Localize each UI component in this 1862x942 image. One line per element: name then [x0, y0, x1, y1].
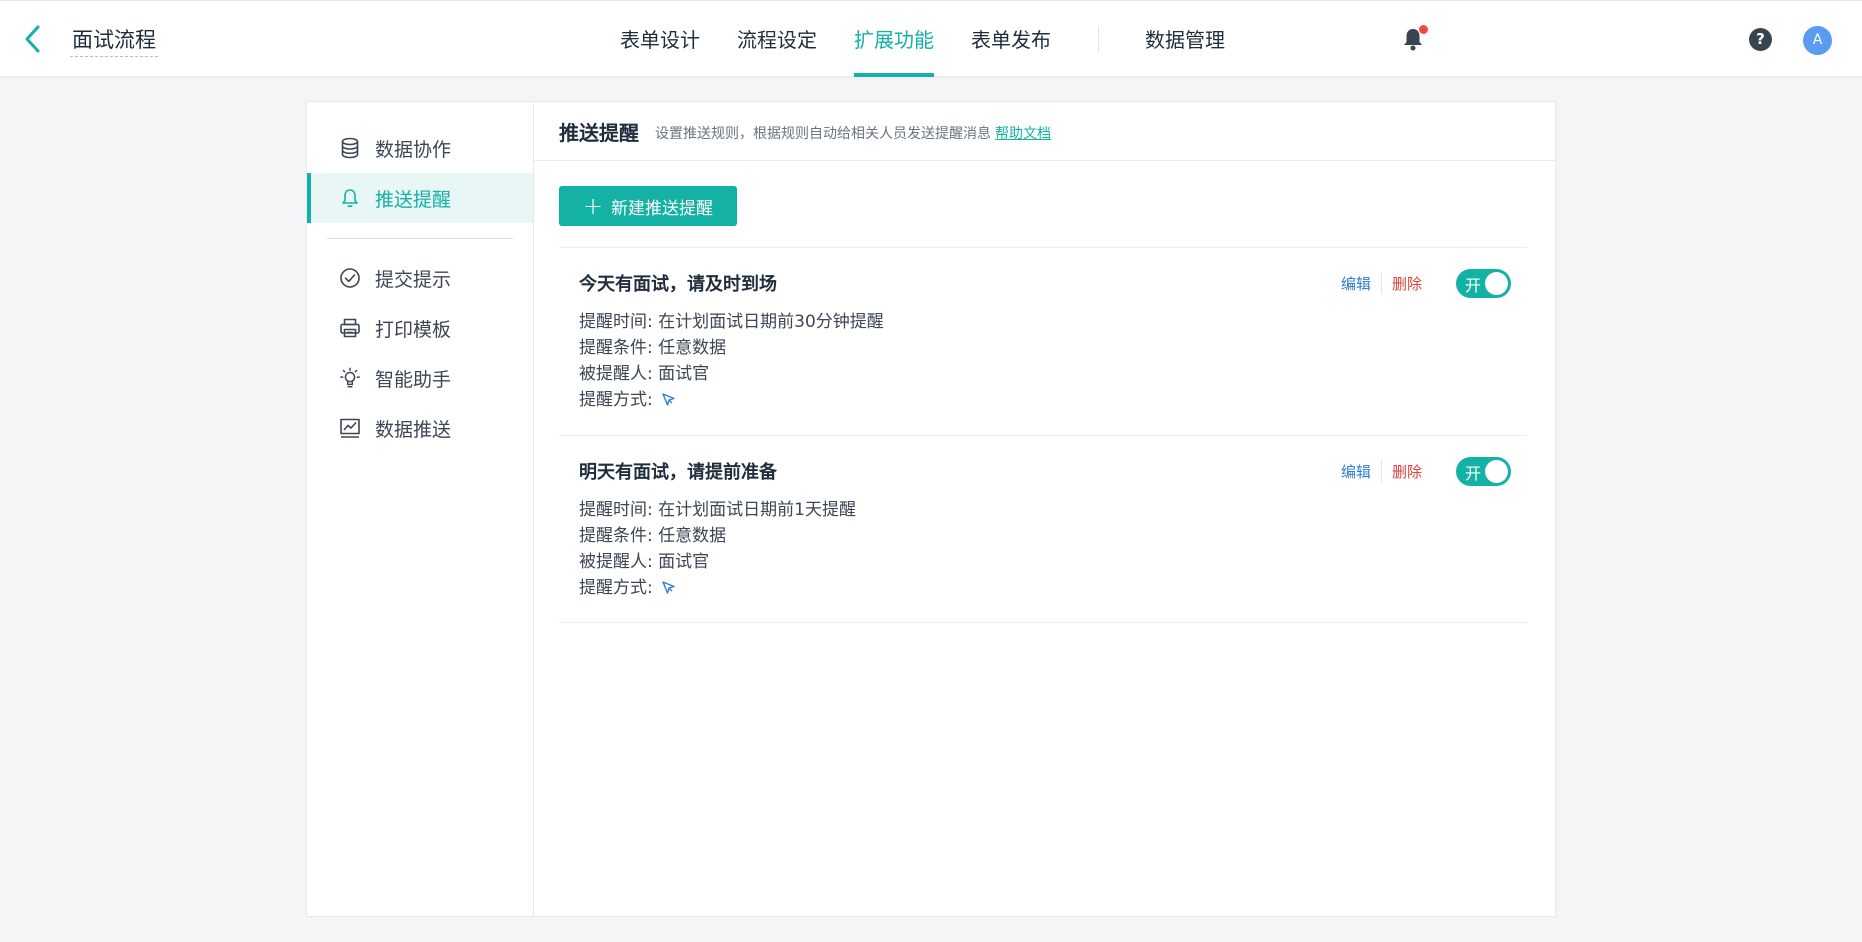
rule-actions: 编辑 删除 开 [1341, 268, 1511, 298]
delete-button[interactable]: 删除 [1392, 461, 1422, 482]
toggle-knob [1485, 271, 1508, 295]
sidebar-divider [327, 238, 513, 239]
rule-method-label: 提醒方式: [579, 390, 653, 410]
sidebar-item-print-template[interactable]: 打印模板 [307, 303, 533, 353]
edit-button[interactable]: 编辑 [1341, 461, 1371, 482]
toggle-label: 开 [1465, 463, 1482, 483]
reminder-list: 今天有面试，请及时到场 提醒时间: 在计划面试日期前30分钟提醒 提醒条件: 任… [559, 247, 1527, 623]
top-header: 面试流程 表单设计 流程设定 扩展功能 表单发布 数据管理 ? A [0, 0, 1862, 77]
list-item: 明天有面试，请提前准备 提醒时间: 在计划面试日期前1天提醒 提醒条件: 任意数… [559, 435, 1527, 623]
list-item: 今天有面试，请及时到场 提醒时间: 在计划面试日期前30分钟提醒 提醒条件: 任… [559, 247, 1527, 435]
database-icon [339, 137, 361, 159]
help-doc-link[interactable]: 帮助文档 [995, 126, 1051, 142]
new-button-label: 新建推送提醒 [611, 198, 714, 219]
send-icon [662, 581, 675, 594]
rule-time: 提醒时间: 在计划面试日期前30分钟提醒 [579, 312, 884, 332]
plus-icon: + [582, 192, 604, 220]
rule-recipient: 被提醒人: 面试官 [579, 552, 710, 572]
rule-method-label: 提醒方式: [579, 578, 653, 598]
tab-form-publish[interactable]: 表单发布 [971, 1, 1051, 77]
content-area: 推送提醒 设置推送规则，根据规则自动给相关人员发送提醒消息 帮助文档 + 新建推送… [534, 102, 1555, 916]
action-divider [1380, 272, 1382, 294]
main-panel: 数据协作 推送提醒 提交提示 打印模板 智能助手 数据推送 推送提醒 设置推送规… [306, 101, 1556, 917]
app-title[interactable]: 面试流程 [70, 25, 158, 57]
sidebar-item-data-push[interactable]: 数据推送 [307, 403, 533, 453]
rule-actions: 编辑 删除 开 [1341, 456, 1511, 486]
sidebar-item-smart-assistant[interactable]: 智能助手 [307, 353, 533, 403]
toggle-label: 开 [1465, 275, 1482, 295]
toggle-knob [1485, 459, 1508, 483]
send-icon [662, 393, 675, 406]
rule-title: 今天有面试，请及时到场 [579, 274, 777, 295]
tab-extensions[interactable]: 扩展功能 [854, 1, 934, 77]
rule-condition: 提醒条件: 任意数据 [579, 338, 727, 358]
sidebar-item-label: 打印模板 [375, 318, 452, 341]
nav-tabs: 表单设计 流程设定 扩展功能 表单发布 数据管理 [620, 1, 1262, 77]
page-title: 推送提醒 [559, 120, 639, 145]
back-button[interactable] [20, 23, 44, 55]
sidebar-item-label: 数据推送 [375, 418, 452, 441]
chevron-left-icon [25, 25, 40, 53]
notification-dot [1419, 25, 1428, 34]
help-icon[interactable]: ? [1749, 28, 1772, 51]
sidebar-item-data-collaboration[interactable]: 数据协作 [307, 123, 533, 173]
action-divider [1380, 460, 1382, 482]
edit-button[interactable]: 编辑 [1341, 273, 1371, 294]
tab-process-settings[interactable]: 流程设定 [737, 1, 817, 77]
sidebar-item-label: 提交提示 [375, 268, 452, 291]
bell-icon [339, 187, 361, 209]
printer-icon [339, 317, 361, 339]
tab-data-management[interactable]: 数据管理 [1145, 1, 1225, 77]
notification-button[interactable] [1402, 25, 1428, 53]
chart-icon [339, 417, 361, 439]
sidebar-item-push-reminder[interactable]: 推送提醒 [307, 173, 533, 223]
lightbulb-icon [339, 367, 361, 389]
sidebar-item-label: 数据协作 [375, 138, 452, 161]
check-circle-icon [339, 267, 361, 289]
sidebar-item-label: 智能助手 [375, 368, 452, 391]
rule-details: 提醒时间: 在计划面试日期前1天提醒 提醒条件: 任意数据 被提醒人: 面试官 … [579, 497, 856, 601]
rule-details: 提醒时间: 在计划面试日期前30分钟提醒 提醒条件: 任意数据 被提醒人: 面试… [579, 309, 884, 413]
avatar[interactable]: A [1803, 26, 1832, 55]
rule-time: 提醒时间: 在计划面试日期前1天提醒 [579, 500, 856, 520]
sidebar-item-submit-tips[interactable]: 提交提示 [307, 253, 533, 303]
rule-recipient: 被提醒人: 面试官 [579, 364, 710, 384]
new-push-reminder-button[interactable]: + 新建推送提醒 [559, 186, 737, 226]
rule-method: 提醒方式: [579, 575, 856, 601]
rule-method: 提醒方式: [579, 387, 884, 413]
nav-divider [1098, 26, 1099, 52]
rule-title: 明天有面试，请提前准备 [579, 462, 777, 483]
enable-toggle[interactable]: 开 [1456, 268, 1511, 298]
description-text: 设置推送规则，根据规则自动给相关人员发送提醒消息 [655, 125, 991, 142]
sidebar: 数据协作 推送提醒 提交提示 打印模板 智能助手 数据推送 [307, 102, 534, 916]
content-header: 推送提醒 设置推送规则，根据规则自动给相关人员发送提醒消息 帮助文档 [534, 102, 1555, 161]
sidebar-item-label: 推送提醒 [375, 188, 452, 211]
enable-toggle[interactable]: 开 [1456, 456, 1511, 486]
page-description: 设置推送规则，根据规则自动给相关人员发送提醒消息 帮助文档 [655, 123, 1051, 143]
tab-form-design[interactable]: 表单设计 [620, 1, 700, 77]
rule-condition: 提醒条件: 任意数据 [579, 526, 727, 546]
delete-button[interactable]: 删除 [1392, 273, 1422, 294]
